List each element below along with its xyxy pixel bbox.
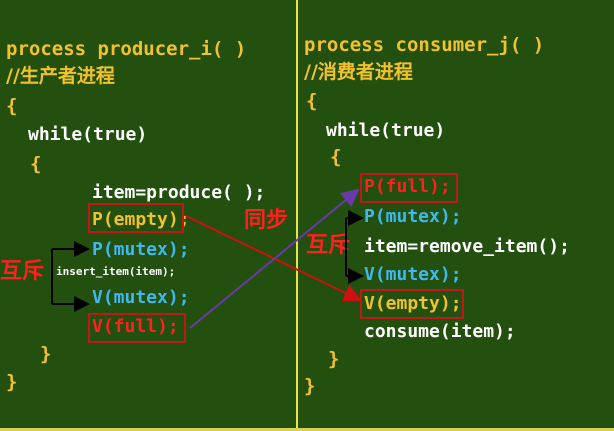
mutex-bracket-left	[51, 241, 90, 312]
sync-arrow-full	[189, 188, 360, 329]
connector-overlay	[51, 188, 364, 329]
slide: process producer_i( ) //生产者进程 { while(tr…	[0, 0, 614, 431]
mutex-bracket-right	[345, 210, 364, 284]
sync-arrow-empty	[185, 215, 362, 302]
